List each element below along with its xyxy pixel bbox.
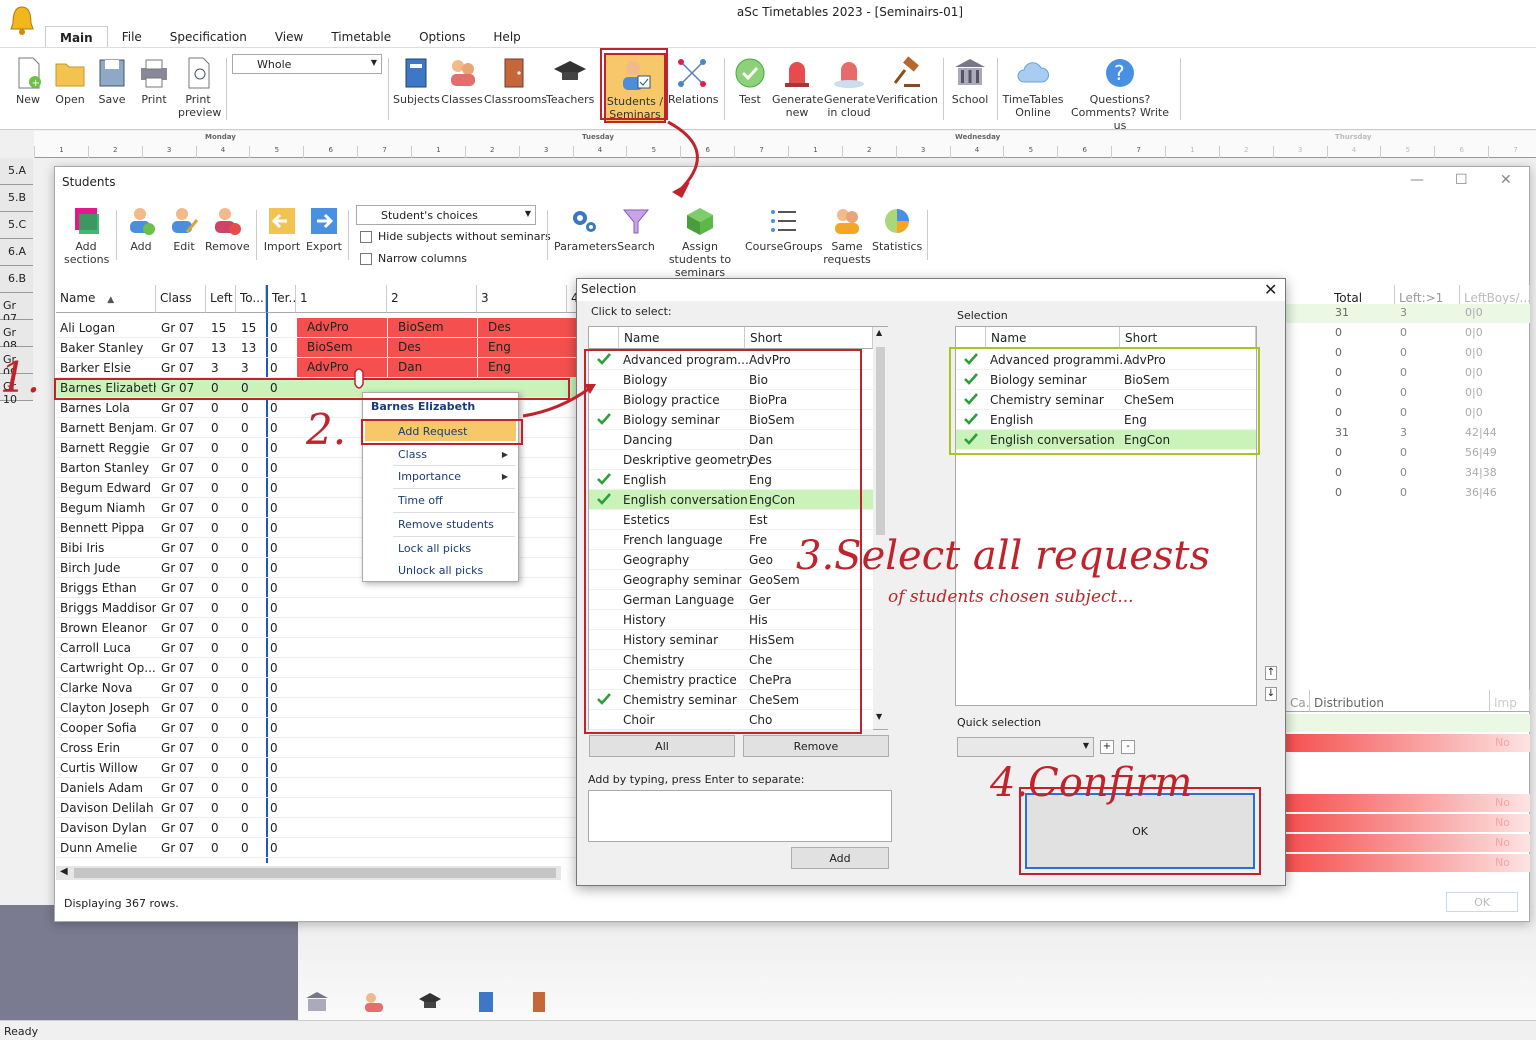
- mouse-cursor-icon: [354, 368, 364, 389]
- annotation-arrows: [354, 120, 699, 418]
- status-bar: Ready: [0, 1020, 1536, 1040]
